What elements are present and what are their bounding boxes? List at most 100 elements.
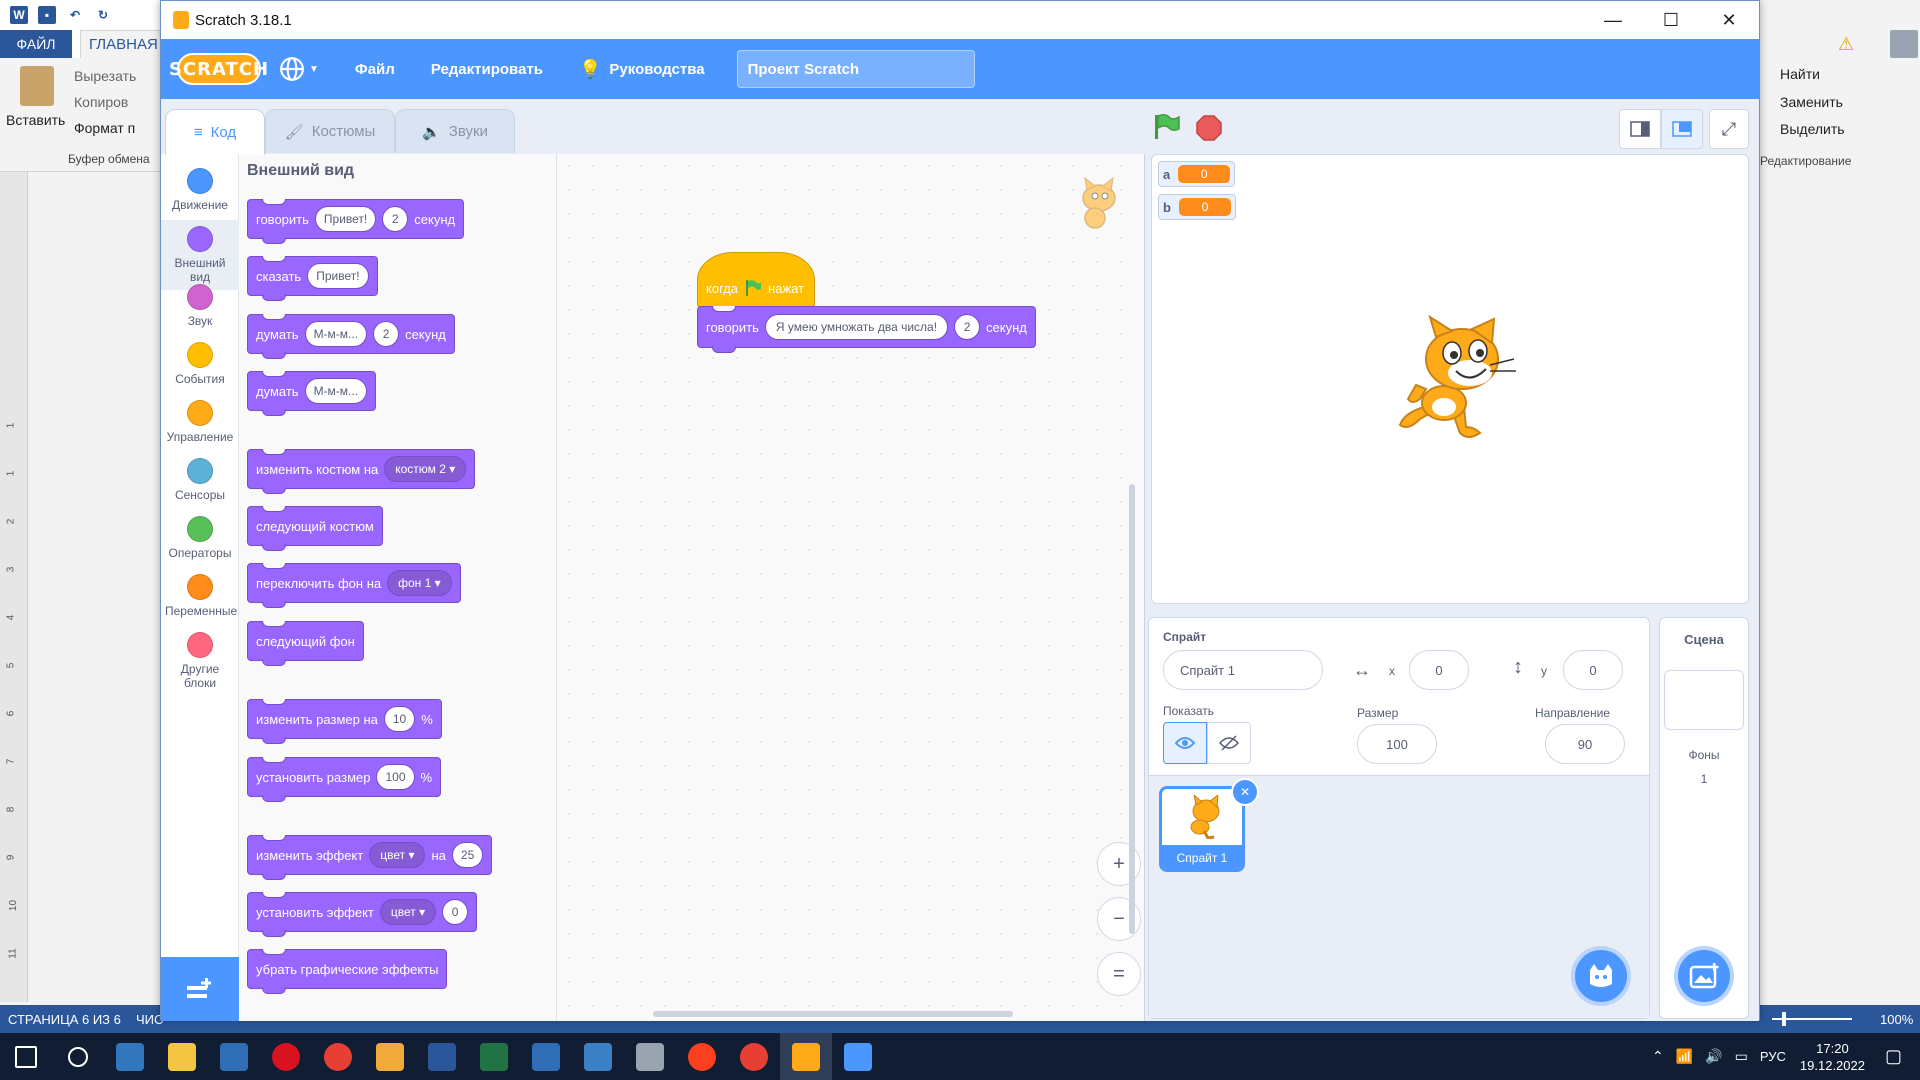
variable-monitor-b[interactable]: b 0 — [1158, 194, 1236, 220]
category-0[interactable]: Движение — [161, 162, 239, 218]
script-say-block[interactable]: говорить Я умею умножать два числа! 2 се… — [697, 306, 1036, 353]
block-input[interactable]: М-м-м... — [304, 378, 368, 404]
chrome-icon[interactable] — [312, 1033, 364, 1080]
scratch-logo[interactable]: SCRATCH — [169, 53, 268, 85]
printer-icon[interactable] — [624, 1033, 676, 1080]
zoom-reset-button[interactable]: = — [1097, 952, 1141, 996]
project-title-input[interactable]: Проект Scratch — [736, 50, 975, 88]
effect-dropdown[interactable]: цвет ▾ — [379, 899, 437, 925]
presentation-icon[interactable] — [572, 1033, 624, 1080]
page-indicator[interactable]: СТРАНИЦА 6 ИЗ 6 — [8, 1012, 121, 1027]
maximize-button[interactable]: ☐ — [1643, 1, 1699, 39]
backdrop-thumbnail[interactable] — [1664, 670, 1744, 730]
replace-button[interactable]: Заменить — [1780, 94, 1843, 110]
green-flag-button[interactable] — [1151, 113, 1185, 143]
calculator-icon[interactable] — [520, 1033, 572, 1080]
tutorials-menu[interactable]: 💡 Руководства — [561, 39, 723, 99]
small-stage-button[interactable] — [1619, 109, 1661, 149]
block-input[interactable]: 10 — [383, 706, 416, 732]
edit-menu[interactable]: Редактировать — [413, 39, 561, 99]
volume-icon[interactable]: 🔊 — [1705, 1048, 1722, 1065]
block-input[interactable]: 25 — [451, 842, 484, 868]
block-say-for-secs[interactable]: говорить Привет! 2 секунд — [247, 199, 465, 244]
x-input[interactable]: 0 — [1409, 650, 1469, 690]
cat-sprite[interactable] — [1394, 314, 1520, 450]
paint-icon[interactable] — [364, 1033, 416, 1080]
notifications-icon[interactable]: ▢ — [1885, 1046, 1902, 1067]
category-6[interactable]: Операторы — [161, 510, 239, 566]
minimize-button[interactable]: — — [1585, 1, 1641, 39]
block-switch-costume[interactable]: изменить костюм на костюм 2 ▾ — [247, 449, 476, 494]
y-input[interactable]: 0 — [1563, 650, 1623, 690]
find-button[interactable]: Найти — [1780, 66, 1820, 82]
block-change-effect[interactable]: изменить эффект цвет ▾ на 25 — [247, 835, 493, 880]
file-menu[interactable]: Файл — [337, 39, 413, 99]
block-say[interactable]: сказать Привет! — [247, 256, 378, 301]
block-think[interactable]: думать М-м-м... — [247, 371, 377, 416]
paste-icon[interactable] — [20, 66, 54, 106]
redo-icon[interactable]: ↻ — [94, 6, 112, 24]
say-text-input[interactable]: Я умею умножать два числа! — [764, 314, 949, 340]
block-think-for-secs[interactable]: думать М-м-м... 2 секунд — [247, 314, 455, 359]
format-painter-button[interactable]: Формат п — [74, 120, 135, 136]
word-icon[interactable]: W — [10, 6, 28, 24]
block-input[interactable]: М-м-м... — [304, 321, 368, 347]
fullscreen-button[interactable]: ⤢ — [1709, 109, 1749, 149]
yandex-icon[interactable] — [676, 1033, 728, 1080]
category-8[interactable]: Другие блоки — [161, 626, 239, 696]
category-5[interactable]: Сенсоры — [161, 452, 239, 508]
direction-input[interactable]: 90 — [1545, 724, 1625, 764]
block-input[interactable]: 2 — [373, 321, 400, 347]
explorer-icon[interactable] — [156, 1033, 208, 1080]
word-icon[interactable] — [416, 1033, 468, 1080]
chrome-profile-icon[interactable] — [728, 1033, 780, 1080]
paste-button[interactable]: Вставить — [6, 112, 65, 128]
cut-button[interactable]: Вырезать — [74, 68, 136, 84]
block-input[interactable]: 2 — [382, 206, 409, 232]
add-extension-button[interactable] — [161, 957, 239, 1021]
category-7[interactable]: Переменные — [161, 568, 239, 624]
sprite-name-input[interactable]: Спрайт 1 — [1163, 650, 1323, 690]
effect-dropdown[interactable]: цвет ▾ — [369, 842, 426, 868]
excel-icon[interactable] — [468, 1033, 520, 1080]
large-stage-button[interactable] — [1661, 109, 1703, 149]
delete-sprite-button[interactable]: ✕ — [1231, 778, 1259, 806]
category-3[interactable]: События — [161, 336, 239, 392]
say-secs-input[interactable]: 2 — [954, 314, 981, 340]
category-4[interactable]: Управление — [161, 394, 239, 450]
add-backdrop-button[interactable] — [1674, 946, 1734, 1006]
tab-costumes[interactable]: 🖌 Костюмы — [265, 109, 395, 153]
user-avatar[interactable] — [1890, 30, 1918, 58]
show-sprite-button[interactable] — [1163, 722, 1207, 764]
category-2[interactable]: Звук — [161, 278, 239, 334]
block-set-size[interactable]: установить размер 100 % — [247, 757, 442, 802]
variable-monitor-a[interactable]: a 0 — [1158, 161, 1236, 187]
workspace-v-scrollbar[interactable] — [1129, 484, 1135, 934]
battery-icon[interactable]: ▭ — [1735, 1048, 1748, 1065]
word-tab-home[interactable]: ГЛАВНАЯ — [80, 30, 167, 58]
network-icon[interactable]: 📶 — [1676, 1048, 1693, 1065]
zoom-slider-handle[interactable] — [1782, 1012, 1786, 1026]
add-sprite-button[interactable] — [1571, 946, 1631, 1006]
block-next-backdrop[interactable]: следующий фон — [247, 621, 364, 666]
block-input[interactable]: 100 — [376, 764, 415, 790]
stop-button[interactable] — [1195, 114, 1223, 142]
block-change-size[interactable]: изменить размер на 10 % — [247, 699, 442, 744]
close-button[interactable]: ✕ — [1701, 1, 1757, 39]
start-icon[interactable] — [0, 1033, 52, 1080]
edge-icon[interactable] — [104, 1033, 156, 1080]
language-menu[interactable]: ▼ — [261, 39, 337, 99]
opera-icon[interactable] — [260, 1033, 312, 1080]
word-tab-file[interactable]: ФАЙЛ — [0, 30, 72, 58]
workspace-h-scrollbar[interactable] — [653, 1011, 1013, 1017]
size-input[interactable]: 100 — [1357, 724, 1437, 764]
tab-sounds[interactable]: 🔈 Звуки — [395, 109, 515, 153]
scratch-icon[interactable] — [780, 1033, 832, 1080]
undo-icon[interactable]: ↶ — [66, 6, 84, 24]
code-workspace[interactable]: когда нажат говорить Я умею умножать два… — [557, 154, 1145, 1021]
block-input[interactable]: Привет! — [314, 206, 377, 232]
stage-selector[interactable]: Сцена Фоны 1 — [1659, 617, 1749, 1019]
save-icon[interactable]: ▪ — [38, 6, 56, 24]
hide-sprite-button[interactable] — [1207, 722, 1251, 764]
costume-dropdown[interactable]: костюм 2 ▾ — [384, 456, 467, 482]
